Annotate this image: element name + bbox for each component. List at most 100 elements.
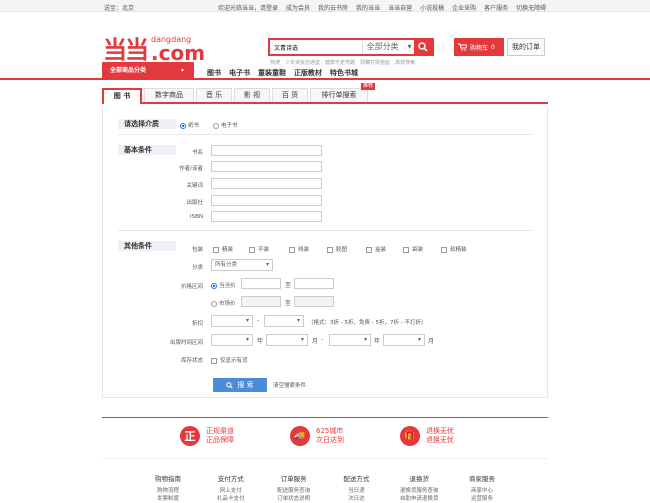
binding-option-boxed[interactable]: 盒装 [366,245,386,253]
top-link-my-dangdang[interactable]: 我的当当 [356,3,380,12]
binding-option-label: 胶图 [336,247,348,253]
top-link-customer-service[interactable]: 客户服务 [484,3,508,12]
search-type-tabs: 图 书 数字商品 音 乐 影 视 百 货 排行单搜索 推荐 [102,83,548,104]
footer-link[interactable]: 发票制度 [140,495,196,503]
footer-col-title: 配送方式 [343,475,370,483]
top-link-accessibility[interactable]: 切换无障碍 [516,3,546,12]
end-month-select[interactable] [383,334,425,346]
price-option-dangdang[interactable]: 当当价 [211,281,236,289]
footer-link[interactable]: 当日递 [328,487,384,495]
top-link-member[interactable]: 成为会员 [286,3,310,12]
clear-conditions-link[interactable]: 清空搜索条件 [273,381,306,389]
header: 当当 dangdang .com 全部分类 ▾ 热搜 少年读资治通鉴 健康不走弯… [0,12,650,66]
dangdang-price-max-input[interactable] [294,278,334,289]
binding-option-label: 软精装 [450,247,467,253]
tab-digital[interactable]: 数字商品 [144,88,194,102]
title-input[interactable] [211,145,322,156]
top-link-enterprise[interactable]: 企业采购 [452,3,476,12]
to-label: 至 [285,300,292,307]
nav-link-textbooks[interactable]: 正版教材 [294,68,322,78]
end-year-select[interactable] [329,334,371,346]
footer-link[interactable]: 礼品卡支付 [203,495,259,503]
top-link-login[interactable]: 欢迎光临当当，请登录 [218,3,278,12]
footer-link[interactable]: 商家中心 [454,487,510,495]
top-link-self-run[interactable]: 当当自营 [388,3,412,12]
tab-music[interactable]: 音 乐 [196,88,232,102]
publisher-input[interactable] [211,195,322,206]
market-price-min-input[interactable] [241,296,281,307]
top-link-submit-novel[interactable]: 小说投稿 [420,3,444,12]
nav-link-books[interactable]: 图书 [207,68,221,78]
guarantee-returns: 🎁 退换无忧 退换无忧 [400,426,454,446]
binding-option-paperback[interactable]: 平装 [249,245,269,253]
search-category-dropdown[interactable]: 全部分类 ▾ [361,40,415,54]
my-orders-button[interactable]: 我的订单 [507,38,545,56]
isbn-input[interactable] [211,211,322,222]
author-input[interactable] [211,161,322,172]
footer-link[interactable]: 配送服务查询 [266,487,322,495]
field-label-title: 书名 [191,150,203,156]
footer-link[interactable]: 退换货服务查询 [391,487,447,495]
binding-option-label: 线装 [298,247,310,253]
cart-button[interactable]: 购物车 0 [454,38,504,56]
footer-link[interactable]: 自助申请退换货 [391,495,447,503]
advanced-search-button[interactable]: 搜 索 [213,378,267,392]
binding-option-bagged[interactable]: 袋装 [403,245,423,253]
footer-col-order-service: 订单服务 配送服务查询 订单状态说明 [266,473,322,503]
discount-max-select[interactable] [264,315,304,327]
medium-option-ebook[interactable]: 电子书 [213,121,238,129]
footer-col-title: 退换货 [409,475,429,483]
search-button-label: 搜 索 [237,381,254,389]
footer-link[interactable]: 次日达 [328,495,384,503]
binding-option-soft-hardcover[interactable]: 软精装 [441,245,467,253]
dangdang-logo[interactable]: 当当 dangdang .com [103,36,205,64]
binding-option-label: 盒装 [375,247,387,253]
all-categories-button[interactable]: 全部商品分类 ▾ [102,62,194,80]
dangdang-price-min-input[interactable] [241,278,281,289]
footer-col-payment: 支付方式 网上支付 礼品卡支付 [203,473,259,503]
top-link-cloud-shelf[interactable]: 我的云书房 [318,3,348,12]
search-icon [418,42,428,52]
footer-link[interactable]: 购物流程 [140,487,196,495]
price-option-market[interactable]: 市场价 [211,299,236,307]
start-year-select[interactable] [211,334,253,346]
month-unit: 月 [428,338,435,345]
tab-books[interactable]: 图 书 [102,88,142,104]
category-select[interactable]: 所有分类 [211,259,273,271]
footer-link[interactable]: 网上支付 [203,487,259,495]
footer-col-delivery: 配送方式 当日递 次日达 [328,473,384,503]
checkbox [213,246,219,253]
footer-links: 购物指南 购物流程 发票制度 支付方式 网上支付 礼品卡支付 订单服务 配送服务… [102,473,548,503]
keyword-input[interactable] [211,178,322,189]
chevron-down-icon: ▾ [180,67,184,74]
medium-option-paper[interactable]: 纸书 [180,121,199,129]
binding-option-thread[interactable]: 线装 [289,245,309,253]
nav-link-special-stores[interactable]: 特色书城 [330,68,358,78]
publish-date-label: 出版时间区间 [169,340,203,346]
footer-link[interactable]: 运营服务 [454,495,510,503]
checkbox [403,246,409,253]
in-stock-only-checkbox[interactable]: 仅显示有货 [211,356,248,364]
tab-ranking-search[interactable]: 排行单搜索 推荐 [310,83,375,102]
discount-hint: （格式：3折 - 5折，免费 - 5折，7折 - 不打折） [308,320,427,326]
footer-link[interactable]: 订单状态说明 [266,495,322,503]
cart-label: 购物车 [470,44,489,52]
search-input[interactable] [270,40,362,54]
tab-general[interactable]: 百 货 [272,88,308,102]
footer-col-title: 商家服务 [468,475,495,483]
nav-link-kids-clothing[interactable]: 童装童鞋 [258,68,286,78]
market-price-max-input[interactable] [294,296,334,307]
divider [118,134,532,135]
start-month-select[interactable] [266,334,308,346]
nav-link-ebooks[interactable]: 电子书 [229,68,250,78]
binding-option-hardcover[interactable]: 精装 [213,245,233,253]
cart-count: 0 [491,43,495,51]
tab-video[interactable]: 影 视 [234,88,270,102]
price-range-label: 价格区间 [180,284,203,290]
discount-min-select[interactable] [211,315,253,327]
search-button[interactable] [414,40,432,54]
ship-to-location[interactable]: 送至：北京 [104,3,134,12]
checkbox [441,246,447,253]
binding-option-glued[interactable]: 胶图 [327,245,347,253]
to-label: 至 [285,282,292,289]
